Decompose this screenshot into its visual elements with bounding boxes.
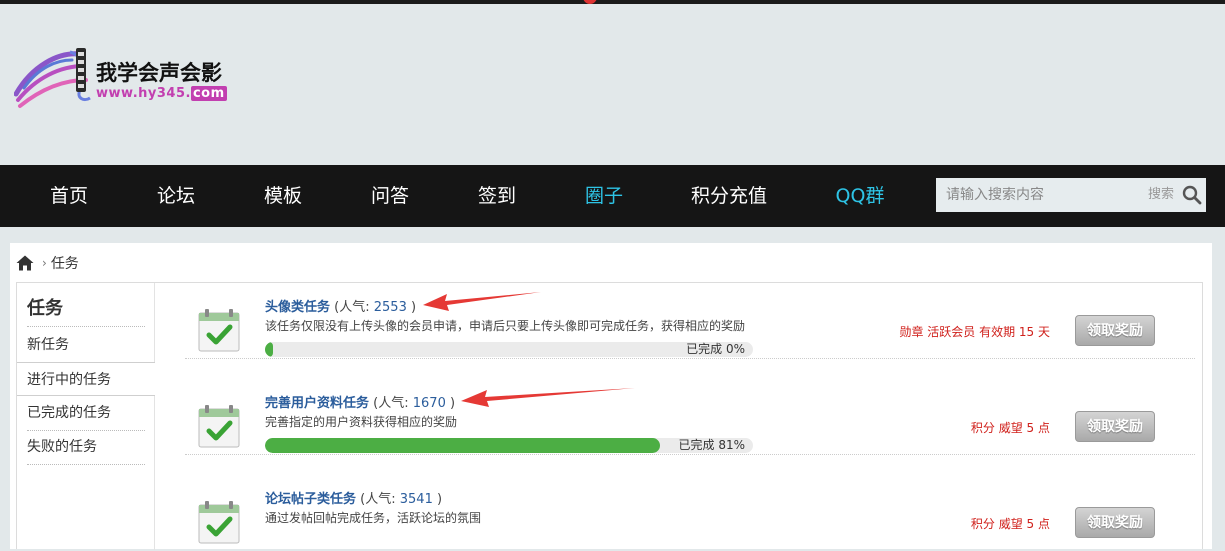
- top-strip: [0, 0, 1225, 4]
- progress-fill: [265, 438, 660, 453]
- home-icon[interactable]: [16, 255, 34, 271]
- popularity-suffix: ): [449, 396, 456, 411]
- logo-site-name: 我学会声会影: [96, 61, 222, 85]
- progress-text: 已完成 81%: [678, 438, 746, 452]
- task-reward: 积分 威望 5 点: [970, 517, 1050, 531]
- sidebar-item-in-progress[interactable]: 进行中的任务: [17, 362, 155, 396]
- task-check-icon: [198, 309, 240, 352]
- popularity-prefix: (人气:: [373, 396, 413, 411]
- logo-url-tld: com: [190, 86, 227, 101]
- task-panel: 任务 新任务 进行中的任务 已完成的任务 失败的任务 头像类任务 (人气: 25…: [16, 282, 1203, 551]
- sidebar-title: 任务: [27, 298, 63, 319]
- popularity-count: 1670: [412, 396, 446, 411]
- breadcrumb: › 任务: [16, 255, 79, 272]
- nav-item-circle[interactable]: 圈子: [544, 165, 664, 227]
- nav-item-qa[interactable]: 问答: [330, 165, 450, 227]
- sidebar-item-failed[interactable]: 失败的任务: [17, 430, 97, 464]
- task-title: 头像类任务 (人气: 2553 ): [265, 296, 416, 315]
- task-name-link[interactable]: 论坛帖子类任务: [265, 492, 356, 507]
- search-label[interactable]: 搜索: [1148, 178, 1174, 212]
- task-reward: 勋章 活跃会员 有效期 15 天: [899, 325, 1050, 339]
- site-logo[interactable]: 我学会声会影 www.hy345. com: [14, 46, 254, 110]
- task-row: 论坛帖子类任务 (人气: 3541 ) 通过发帖回帖完成任务，活跃论坛的氛围 积…: [185, 455, 1195, 551]
- logo-swirl-icon: [14, 48, 91, 108]
- popularity-count: 2553: [373, 300, 407, 315]
- task-check-icon: [198, 501, 240, 544]
- sidebar-divider: [27, 464, 145, 465]
- task-popularity: (人气: 2553 ): [334, 300, 416, 315]
- annotation-arrow-icon: [423, 292, 541, 311]
- content-area: › 任务 任务 新任务 进行中的任务 已完成的任务 失败的任务 头像类任务 (人…: [10, 243, 1212, 551]
- nav-item-forum[interactable]: 论坛: [116, 165, 236, 227]
- task-title: 完善用户资料任务 (人气: 1670 ): [265, 392, 455, 411]
- task-reward: 积分 威望 5 点: [970, 421, 1050, 435]
- task-description: 完善指定的用户资料获得相应的奖励: [265, 415, 458, 429]
- claim-reward-button[interactable]: 领取奖励: [1075, 411, 1155, 442]
- sidebar-divider: [27, 326, 145, 327]
- task-check-icon: [198, 405, 240, 448]
- popularity-suffix: ): [436, 492, 443, 507]
- sidebar-divider: [27, 430, 145, 431]
- breadcrumb-current: 任务: [50, 256, 79, 272]
- progress-fill: [265, 342, 273, 357]
- progress-bar: 已完成 0%: [265, 342, 753, 357]
- task-name-link[interactable]: 头像类任务: [265, 300, 330, 315]
- main-nav: 首页 论坛 模板 问答 签到 圈子 积分充值 QQ群 搜索: [0, 165, 1225, 227]
- claim-reward-button[interactable]: 领取奖励: [1075, 507, 1155, 538]
- task-row: 头像类任务 (人气: 2553 ) 该任务仅限没有上传头像的会员申请，申请后只要…: [185, 263, 1195, 359]
- breadcrumb-separator: ›: [42, 256, 47, 270]
- nav-item-home[interactable]: 首页: [9, 165, 129, 227]
- popularity-prefix: (人气:: [334, 300, 374, 315]
- progress-bar: 已完成 81%: [265, 438, 753, 453]
- task-row: 完善用户资料任务 (人气: 1670 ) 完善指定的用户资料获得相应的奖励 已完…: [185, 359, 1195, 455]
- search-icon[interactable]: [1182, 185, 1202, 205]
- task-name-link[interactable]: 完善用户资料任务: [265, 396, 369, 411]
- nav-item-templates[interactable]: 模板: [223, 165, 343, 227]
- annotation-arrow-icon: [461, 388, 635, 407]
- task-popularity: (人气: 1670 ): [373, 396, 455, 411]
- popularity-suffix: ): [410, 300, 417, 315]
- nav-item-recharge[interactable]: 积分充值: [669, 165, 789, 227]
- task-title: 论坛帖子类任务 (人气: 3541 ): [265, 488, 442, 507]
- logo-url-main: www.hy345.: [96, 86, 191, 101]
- task-popularity: (人气: 3541 ): [360, 492, 442, 507]
- top-decoration: [583, 0, 597, 4]
- claim-reward-button[interactable]: 领取奖励: [1075, 315, 1155, 346]
- sidebar-item-new[interactable]: 新任务: [17, 328, 69, 362]
- nav-item-qq-group[interactable]: QQ群: [800, 165, 920, 227]
- task-description: 通过发帖回帖完成任务，活跃论坛的氛围: [265, 511, 482, 525]
- logo-url: www.hy345. com: [96, 86, 227, 101]
- popularity-count: 3541: [399, 492, 433, 507]
- search-box: 搜索: [936, 178, 1206, 212]
- task-sidebar: 任务 新任务 进行中的任务 已完成的任务 失败的任务: [17, 283, 155, 550]
- progress-text: 已完成 0%: [686, 342, 745, 356]
- popularity-prefix: (人气:: [360, 492, 400, 507]
- search-input[interactable]: [936, 178, 1146, 212]
- sidebar-item-completed[interactable]: 已完成的任务: [17, 396, 111, 430]
- task-description: 该任务仅限没有上传头像的会员申请，申请后只要上传头像即可完成任务，获得相应的奖励: [265, 319, 746, 333]
- nav-item-signin[interactable]: 签到: [437, 165, 557, 227]
